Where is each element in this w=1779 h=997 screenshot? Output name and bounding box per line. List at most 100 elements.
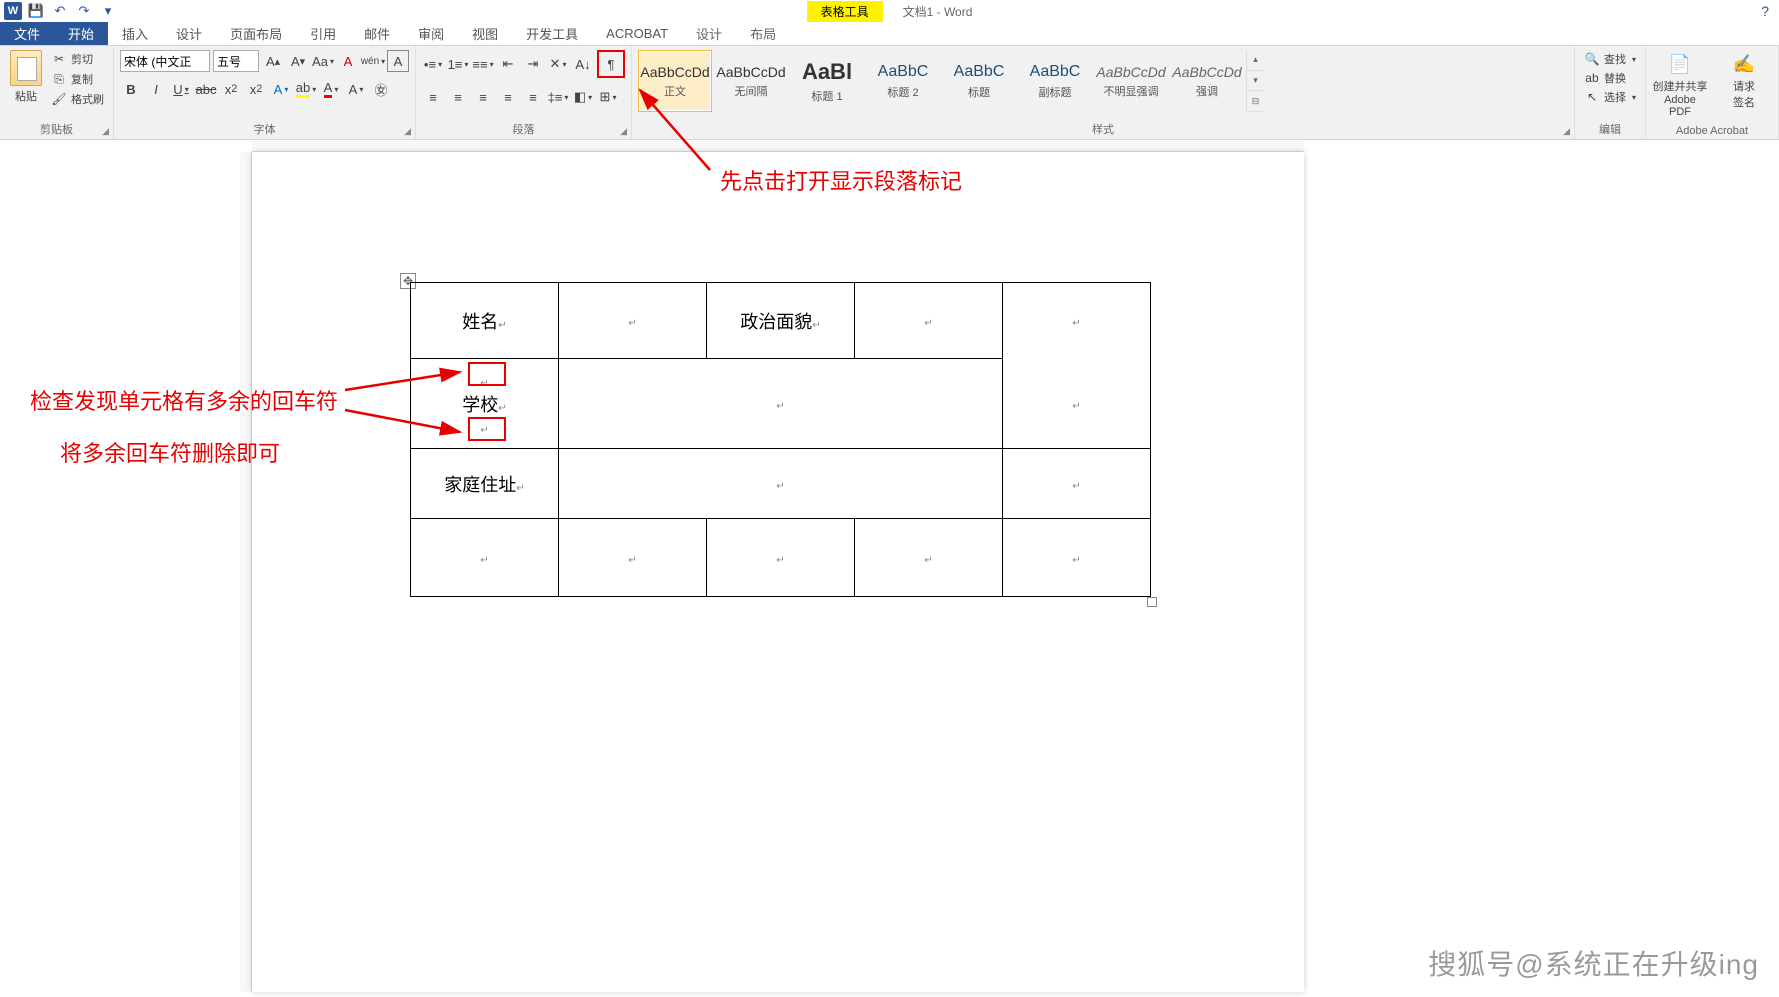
tab-design[interactable]: 设计	[162, 22, 216, 45]
style-emphasis[interactable]: AaBbCcDd 强调	[1170, 50, 1244, 112]
shading-button[interactable]: ◧	[572, 86, 594, 108]
style-title[interactable]: AaBbC 标题	[942, 50, 1016, 112]
tab-file[interactable]: 文件	[0, 22, 54, 45]
create-share-pdf-button[interactable]: 📄 创建并共享 Adobe PDF	[1652, 50, 1708, 118]
tab-table-layout[interactable]: 布局	[736, 22, 790, 45]
tab-mailings[interactable]: 邮件	[350, 22, 404, 45]
highlight-button[interactable]: ab	[295, 78, 317, 100]
tab-insert[interactable]: 插入	[108, 22, 162, 45]
word-app-icon: W	[4, 2, 22, 20]
bold-button[interactable]: B	[120, 78, 142, 100]
text-effects-button[interactable]: A	[270, 78, 292, 100]
titlebar: W 💾 ↶ ↷ ▾ 表格工具 文档1 - Word ?	[0, 0, 1779, 22]
character-border-button[interactable]: A	[387, 50, 409, 72]
group-editing-label: 编辑	[1599, 124, 1621, 136]
format-painter-button[interactable]: 🖌格式刷	[48, 90, 107, 108]
paragraph-launcher-icon[interactable]: ◢	[620, 126, 627, 137]
search-icon: 🔍	[1584, 51, 1600, 67]
clipboard-launcher-icon[interactable]: ◢	[102, 126, 109, 137]
align-right-button[interactable]: ≡	[472, 86, 494, 108]
subscript-button[interactable]: x2	[220, 78, 242, 100]
justify-button[interactable]: ≡	[497, 86, 519, 108]
font-color-button[interactable]: A	[320, 78, 342, 100]
change-case-button[interactable]: Aa	[312, 50, 334, 72]
character-shading-button[interactable]: A	[345, 78, 367, 100]
watermark-text: 搜狐号@系统正在升级ing	[1428, 943, 1759, 983]
ribbon-tabs: 文件 开始 插入 设计 页面布局 引用 邮件 审阅 视图 开发工具 ACROBA…	[0, 22, 1779, 46]
strikethrough-button[interactable]: abc	[195, 78, 217, 100]
qat-redo-icon[interactable]: ↷	[74, 1, 94, 21]
document-table[interactable]: 姓名↵ ↵ 政治面貌↵ ↵ ↵ ↵学校↵↵ ↵ ↵ 家庭住址↵ ↵ ↵ ↵ ↵ …	[410, 282, 1151, 597]
numbering-button[interactable]: 1≡	[447, 53, 469, 75]
style-heading1[interactable]: AaBl 标题 1	[790, 50, 864, 112]
document-page[interactable]: ✥ 姓名↵ ↵ 政治面貌↵ ↵ ↵ ↵学校↵↵ ↵ ↵ 家庭住址↵ ↵ ↵ ↵ …	[252, 152, 1304, 992]
tab-review[interactable]: 审阅	[404, 22, 458, 45]
group-clipboard: 粘贴 ✂剪切 ⎘复制 🖌格式刷 剪贴板◢	[0, 46, 114, 139]
italic-button[interactable]: I	[145, 78, 167, 100]
qat-undo-icon[interactable]: ↶	[50, 1, 70, 21]
multilevel-list-button[interactable]: ≡≡	[472, 53, 494, 75]
underline-button[interactable]: U	[170, 78, 192, 100]
superscript-button[interactable]: x2	[245, 78, 267, 100]
enclose-characters-button[interactable]: ㊛	[370, 78, 392, 100]
paste-button[interactable]: 粘贴	[6, 50, 46, 104]
group-font: A▴ A▾ Aa A wén A B I U abc x2 x2 A ab A …	[114, 46, 416, 139]
table-resize-handle[interactable]	[1147, 597, 1157, 607]
increase-indent-button[interactable]: ⇥	[522, 53, 544, 75]
phonetic-guide-button[interactable]: wén	[362, 50, 384, 72]
bullets-button[interactable]: •≡	[422, 53, 444, 75]
tab-table-design[interactable]: 设计	[682, 22, 736, 45]
help-icon[interactable]: ?	[1761, 3, 1769, 19]
distributed-button[interactable]: ≡	[522, 86, 544, 108]
cell-address-label: 家庭住址	[444, 475, 516, 495]
vertical-ruler[interactable]	[240, 152, 252, 992]
align-center-button[interactable]: ≡	[447, 86, 469, 108]
tab-acrobat[interactable]: ACROBAT	[592, 22, 682, 45]
group-font-label: 字体	[254, 124, 276, 136]
scissors-icon: ✂	[51, 51, 67, 67]
tab-home[interactable]: 开始	[54, 22, 108, 45]
show-hide-button[interactable]: ¶	[600, 53, 622, 75]
paragraph-mark-icon: ↵	[776, 401, 784, 412]
paragraph-mark-icon: ↵	[480, 555, 488, 566]
paragraph-mark-icon: ↵	[1072, 555, 1080, 566]
line-spacing-button[interactable]: ‡≡	[547, 86, 569, 108]
tab-view[interactable]: 视图	[458, 22, 512, 45]
sort-button[interactable]: A↓	[572, 53, 594, 75]
font-launcher-icon[interactable]: ◢	[404, 126, 411, 137]
styles-launcher-icon[interactable]: ◢	[1563, 126, 1570, 137]
cell-name-label: 姓名	[462, 312, 498, 332]
font-name-select[interactable]	[120, 50, 210, 72]
tab-layout[interactable]: 页面布局	[216, 22, 296, 45]
font-size-select[interactable]	[213, 50, 259, 72]
select-button[interactable]: ↖选择▾	[1581, 88, 1639, 106]
copy-button[interactable]: ⎘复制	[48, 70, 107, 88]
qat-customize-icon[interactable]: ▾	[98, 1, 118, 21]
borders-button[interactable]: ⊞	[597, 86, 619, 108]
cut-button[interactable]: ✂剪切	[48, 50, 107, 68]
request-signature-button[interactable]: ✍ 请求 签名	[1716, 50, 1772, 110]
align-left-button[interactable]: ≡	[422, 86, 444, 108]
style-normal[interactable]: AaBbCcDd 正文	[638, 50, 712, 112]
clear-formatting-button[interactable]: A	[337, 50, 359, 72]
horizontal-ruler[interactable]	[252, 140, 1304, 152]
decrease-indent-button[interactable]: ⇤	[497, 53, 519, 75]
replace-icon: ab	[1584, 70, 1600, 86]
copy-icon: ⎘	[51, 71, 67, 87]
find-button[interactable]: 🔍查找▾	[1581, 50, 1639, 68]
asian-layout-button[interactable]: ✕	[547, 53, 569, 75]
group-paragraph-label: 段落	[513, 124, 535, 136]
shrink-font-button[interactable]: A▾	[287, 50, 309, 72]
cursor-icon: ↖	[1584, 89, 1600, 105]
style-subtle-emphasis[interactable]: AaBbCcDd 不明显强调	[1094, 50, 1168, 112]
qat-save-icon[interactable]: 💾	[26, 1, 46, 21]
tab-developer[interactable]: 开发工具	[512, 22, 592, 45]
style-subtitle[interactable]: AaBbC 副标题	[1018, 50, 1092, 112]
style-heading2[interactable]: AaBbC 标题 2	[866, 50, 940, 112]
replace-button[interactable]: ab替换	[1581, 69, 1629, 87]
grow-font-button[interactable]: A▴	[262, 50, 284, 72]
styles-gallery-more[interactable]: ▴▾⊟	[1246, 50, 1264, 112]
tab-references[interactable]: 引用	[296, 22, 350, 45]
document-area: ✥ 姓名↵ ↵ 政治面貌↵ ↵ ↵ ↵学校↵↵ ↵ ↵ 家庭住址↵ ↵ ↵ ↵ …	[0, 140, 1779, 997]
style-no-spacing[interactable]: AaBbCcDd 无间隔	[714, 50, 788, 112]
